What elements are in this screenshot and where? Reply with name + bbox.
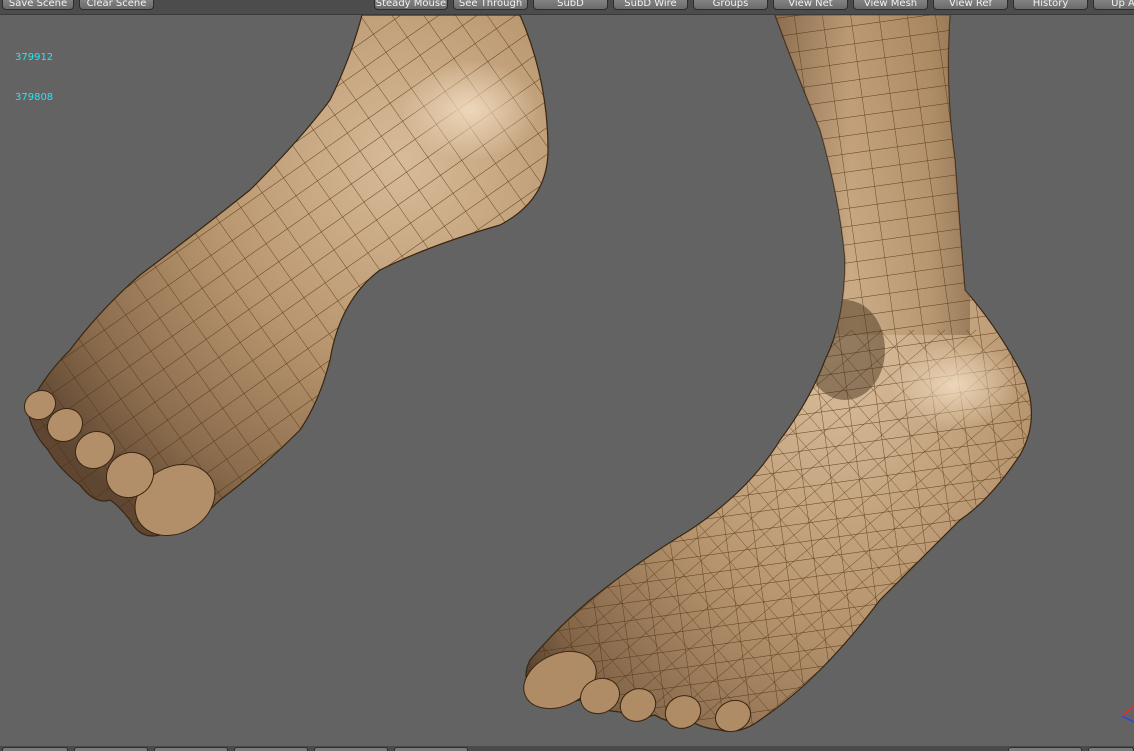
history-button[interactable]: History: [1013, 0, 1088, 10]
stat-counter-top: 379912: [15, 52, 54, 63]
steady-mouse-button[interactable]: Steady Mouse: [374, 0, 448, 10]
groups-button[interactable]: Groups: [693, 0, 768, 10]
axis-gizmo-icon: [1121, 705, 1134, 723]
view-mesh-button[interactable]: View Mesh: [853, 0, 928, 10]
subd-button[interactable]: SubD: [533, 0, 608, 10]
viewport-3d[interactable]: [0, 15, 1134, 746]
bottom-button-8[interactable]: [1088, 747, 1134, 751]
up-axis-button[interactable]: Up A: [1093, 0, 1134, 10]
bottom-button-5[interactable]: [314, 747, 388, 751]
sculpt-app: Save Scene Clear Scene Steady Mouse See …: [0, 0, 1134, 751]
bottom-button-6[interactable]: [394, 747, 468, 751]
save-scene-button[interactable]: Save Scene: [2, 0, 74, 10]
bottom-button-1[interactable]: [2, 747, 68, 751]
bottom-button-4[interactable]: [234, 747, 308, 751]
clear-scene-button[interactable]: Clear Scene: [79, 0, 154, 10]
bottom-button-3[interactable]: [154, 747, 228, 751]
top-toolbar: Save Scene Clear Scene Steady Mouse See …: [0, 0, 1134, 15]
view-ref-button[interactable]: View Ref: [933, 0, 1008, 10]
left-foot-model: [23, 15, 549, 537]
right-foot-model: [523, 15, 1033, 733]
stat-counter-bottom: 379808: [15, 92, 54, 103]
see-through-button[interactable]: See Through: [453, 0, 528, 10]
bottom-button-7[interactable]: [1008, 747, 1082, 751]
bottom-button-2[interactable]: [74, 747, 148, 751]
view-net-button[interactable]: View Net: [773, 0, 848, 10]
subd-wire-button[interactable]: SubD Wire: [613, 0, 688, 10]
